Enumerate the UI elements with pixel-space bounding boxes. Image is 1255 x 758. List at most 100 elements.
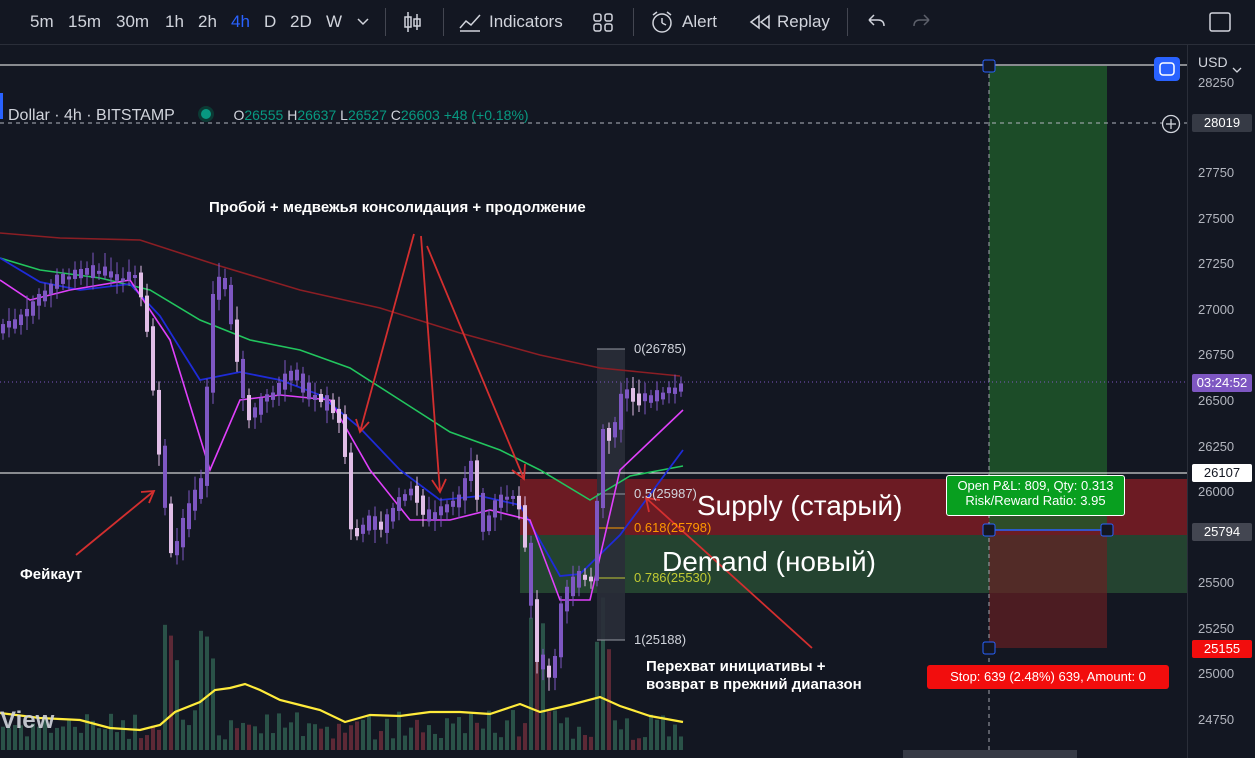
currency-selector[interactable]: USD bbox=[1198, 54, 1228, 70]
candle-body bbox=[253, 407, 257, 418]
tick-26250: 26250 bbox=[1198, 439, 1235, 454]
annotation-initiative-text-2[interactable]: возврат в прежний диапазон bbox=[646, 676, 862, 693]
interval-15m[interactable]: 15m bbox=[68, 10, 101, 34]
candle-body bbox=[475, 460, 479, 500]
supply-zone-label[interactable]: Supply (старый) bbox=[697, 490, 902, 522]
position-handle-top[interactable] bbox=[982, 59, 996, 73]
candle-body bbox=[451, 500, 455, 507]
position-target-zone[interactable] bbox=[989, 66, 1107, 530]
candle-body bbox=[187, 503, 191, 530]
add-crosshair-icon[interactable] bbox=[1161, 114, 1181, 134]
position-handle-right[interactable] bbox=[1100, 523, 1114, 537]
volume-bar bbox=[85, 714, 89, 750]
low-value: 26527 bbox=[347, 107, 387, 123]
volume-bar bbox=[403, 735, 407, 750]
candle-body bbox=[409, 488, 413, 496]
redo-icon[interactable] bbox=[910, 10, 934, 34]
interval-30m[interactable]: 30m bbox=[116, 10, 149, 34]
position-stop-zone[interactable] bbox=[989, 530, 1107, 648]
volume-bar bbox=[625, 718, 629, 750]
candle-body bbox=[43, 290, 47, 302]
price-chart[interactable] bbox=[0, 45, 1187, 758]
high-label: H bbox=[287, 107, 298, 123]
interval-w[interactable]: W bbox=[326, 10, 342, 34]
candle-body bbox=[613, 422, 617, 438]
candle-body bbox=[559, 603, 563, 658]
volume-bar bbox=[355, 721, 359, 750]
candle-body bbox=[313, 394, 317, 401]
horizontal-scrollbar[interactable] bbox=[903, 750, 1077, 758]
volume-bar bbox=[583, 735, 587, 750]
ma-200-line bbox=[0, 232, 681, 377]
volume-bar bbox=[631, 739, 635, 750]
interval-4h[interactable]: 4h bbox=[231, 10, 250, 34]
undo-icon[interactable] bbox=[864, 10, 888, 34]
volume-bar bbox=[517, 736, 521, 750]
volume-bar bbox=[505, 720, 509, 750]
interval-1h[interactable]: 1h bbox=[165, 10, 184, 34]
market-status-dot-icon bbox=[201, 109, 212, 119]
volume-bar bbox=[283, 727, 287, 750]
candle-body bbox=[319, 394, 323, 402]
candles-icon[interactable] bbox=[400, 10, 424, 34]
volume-bar bbox=[679, 736, 683, 750]
interval-2d[interactable]: 2D bbox=[290, 10, 312, 34]
candle-body bbox=[583, 574, 587, 580]
fib-level-05: 0.5(25987) bbox=[634, 486, 697, 501]
volume-bar bbox=[451, 723, 455, 750]
interval-5m[interactable]: 5m bbox=[30, 10, 54, 34]
candle-body bbox=[517, 495, 521, 510]
volume-bar bbox=[151, 725, 155, 750]
interval-dropdown-chevron-icon[interactable] bbox=[356, 10, 370, 34]
candle-body bbox=[127, 271, 131, 280]
candle-body bbox=[373, 516, 377, 530]
layout-grid-icon[interactable] bbox=[592, 10, 614, 34]
volume-bar bbox=[79, 732, 83, 750]
replay-button[interactable]: Replay bbox=[777, 10, 830, 34]
volume-bar bbox=[649, 714, 653, 750]
chart-pane[interactable]: Dollar · 4h · BITSTAMP O26555 H26637 L26… bbox=[0, 45, 1187, 758]
candle-body bbox=[19, 314, 23, 326]
volume-bar bbox=[217, 735, 221, 750]
top-toolbar: 5m 15m 30m 1h 2h 4h D 2D W Indicators Al… bbox=[0, 0, 1255, 45]
annotation-breakout-text[interactable]: Пробой + медвежья консолидация + продолж… bbox=[209, 199, 586, 216]
candle-body bbox=[307, 382, 311, 400]
candle-body bbox=[145, 295, 149, 332]
price-axis[interactable]: USD 28250 27750 27500 27250 27000 26750 … bbox=[1187, 45, 1255, 758]
annotation-initiative-text-1[interactable]: Перехват инициативы + bbox=[646, 658, 825, 675]
annotation-fakeout-text[interactable]: Фейкаут bbox=[20, 566, 82, 583]
alert-button[interactable]: Alert bbox=[682, 10, 717, 34]
volume-bar bbox=[103, 729, 107, 750]
position-pnl-box[interactable]: Open P&L: 809, Qty: 0.313 Risk/Reward Ra… bbox=[946, 475, 1125, 516]
indicators-button[interactable]: Indicators bbox=[489, 10, 563, 34]
chart-settings-icon[interactable] bbox=[1154, 57, 1180, 81]
symbol-title[interactable]: Dollar · 4h · BITSTAMP bbox=[8, 107, 175, 124]
stop-info-box[interactable]: Stop: 639 (2.48%) 639, Amount: 0 bbox=[927, 665, 1169, 689]
position-handle-stop[interactable] bbox=[982, 641, 996, 655]
volume-bar bbox=[577, 726, 581, 750]
low-label: L bbox=[340, 107, 348, 123]
volume-bar bbox=[469, 713, 473, 750]
indicators-icon[interactable] bbox=[458, 10, 482, 34]
candle-body bbox=[547, 665, 551, 678]
candle-body bbox=[289, 370, 293, 381]
volume-bar bbox=[319, 728, 323, 750]
volume-bar bbox=[385, 718, 389, 750]
volume-bar bbox=[553, 710, 557, 750]
volume-bar bbox=[331, 738, 335, 750]
volume-bar bbox=[271, 733, 275, 750]
volume-bar bbox=[421, 732, 425, 750]
volume-bar bbox=[247, 724, 251, 750]
alarm-clock-icon[interactable] bbox=[649, 10, 675, 34]
interval-2h[interactable]: 2h bbox=[198, 10, 217, 34]
position-handle-entry[interactable] bbox=[982, 523, 996, 537]
candle-body bbox=[505, 496, 509, 500]
volume-bar bbox=[133, 714, 137, 750]
volume-bar bbox=[199, 630, 203, 750]
candle-body bbox=[673, 387, 677, 394]
volume-bar bbox=[397, 711, 401, 750]
rewind-icon[interactable] bbox=[748, 10, 772, 34]
volume-bar bbox=[565, 717, 569, 750]
interval-d[interactable]: D bbox=[264, 10, 276, 34]
fullscreen-icon[interactable] bbox=[1208, 10, 1232, 34]
